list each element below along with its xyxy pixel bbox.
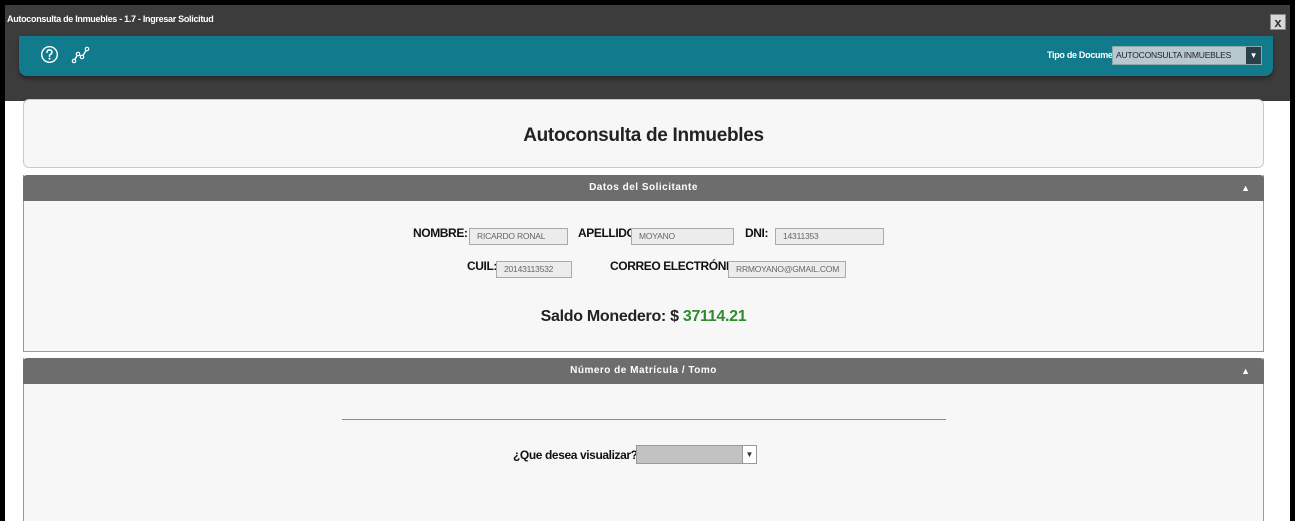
solicitante-panel-title: Datos del Solicitante [589,182,698,193]
dni-field[interactable]: 14311353 [775,228,884,245]
matricula-panel-header[interactable]: Número de Matrícula / Tomo ▲ [23,358,1264,384]
page-title-box: Autoconsulta de Inmuebles [23,99,1264,168]
nombre-label: NOMBRE: [413,226,468,240]
chevron-down-icon[interactable]: ▼ [742,446,756,463]
apellido-label: APELLIDO: [578,226,640,240]
saldo-monedero: Saldo Monedero: $ 37114.21 [24,308,1263,326]
matricula-panel: Número de Matrícula / Tomo ▲ ¿Que desea … [23,358,1264,521]
app-window: Autoconsulta de Inmuebles - 1.7 - Ingres… [5,5,1290,521]
cuil-field[interactable]: 20143113532 [496,261,572,278]
close-button[interactable]: x [1270,14,1286,30]
dni-label: DNI: [745,226,769,240]
help-circle-icon[interactable] [40,45,59,64]
window-title: Autoconsulta de Inmuebles - 1.7 - Ingres… [7,14,214,24]
apellido-field[interactable]: MOYANO [631,228,734,245]
chevron-down-icon[interactable]: ▼ [1246,47,1261,64]
matricula-panel-title: Número de Matrícula / Tomo [570,365,717,376]
solicitante-panel: Datos del Solicitante ▲ NOMBRE: RICARDO … [23,175,1264,352]
doc-type-select[interactable]: AUTOCONSULTA INMUEBLES ▼ [1112,46,1262,65]
solicitante-panel-header[interactable]: Datos del Solicitante ▲ [23,175,1264,201]
visualizar-label: ¿Que desea visualizar? [513,448,638,462]
page-title: Autoconsulta de Inmuebles [523,125,764,146]
visualizar-select[interactable]: ▼ [636,445,757,464]
saldo-value: 37114.21 [682,308,747,325]
divider [342,419,946,420]
toolbar: Tipo de Documento: AUTOCONSULTA INMUEBLE… [19,36,1273,76]
doc-type-value: AUTOCONSULTA INMUEBLES [1116,50,1232,60]
saldo-label: Saldo Monedero: $ [540,308,679,325]
correo-field[interactable]: RRMOYANO@GMAIL.COM [728,261,846,278]
collapse-arrow-icon[interactable]: ▲ [1241,183,1250,193]
cuil-label: CUIL: [467,259,497,273]
chart-line-icon[interactable] [71,45,91,65]
window-titlebar: Autoconsulta de Inmuebles - 1.7 - Ingres… [5,5,1290,36]
collapse-arrow-icon[interactable]: ▲ [1241,366,1250,376]
nombre-field[interactable]: RICARDO RONAL [469,228,568,245]
